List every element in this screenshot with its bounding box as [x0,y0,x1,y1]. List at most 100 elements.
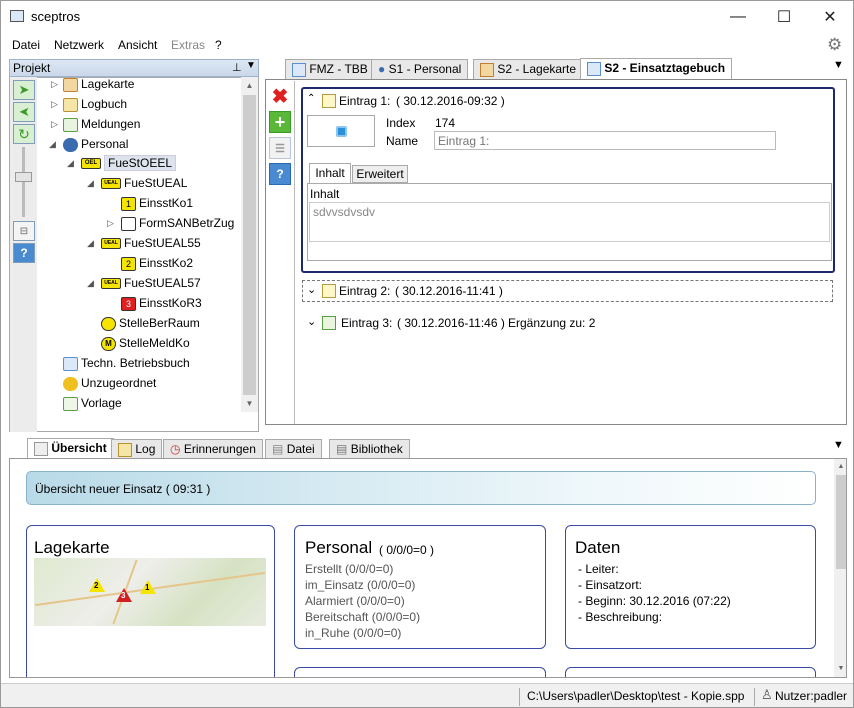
scroll-down-icon[interactable]: ▼ [834,661,846,677]
tree-item-vorlage[interactable]: Vorlage [63,393,122,413]
add-icon[interactable]: + [269,111,291,133]
tab-fmz-tbb[interactable]: FMZ - TBB [285,59,375,79]
tree-item-logbuch[interactable]: Logbuch [63,94,127,114]
tree-item-meldungen[interactable]: Meldungen [63,114,140,134]
circle-icon [101,316,116,331]
personal-title: Personal [305,538,373,557]
menu-datei[interactable]: Datei [12,38,40,52]
menu-netzwerk[interactable]: Netzwerk [54,38,104,52]
number-2-icon: 2 [121,256,136,271]
tree-item-einsstkor3[interactable]: 3 EinsstKoR3 [121,293,202,313]
tab-datei[interactable]: ▤ Datei [265,439,322,459]
collapse-icon[interactable]: ◢ [87,273,94,293]
gear-icon[interactable]: ⚙ [827,35,842,55]
name-input[interactable] [434,131,776,150]
tab-log[interactable]: Log [111,439,163,459]
minimize-icon[interactable]: — [715,1,761,32]
expand-icon[interactable]: ▷ [51,78,58,94]
tree-item-lagekarte[interactable]: Lagekarte [63,78,134,94]
status-user: Nutzer:padler [775,689,848,703]
tab-overflow-icon[interactable]: ▼ [833,59,844,71]
pin-icon[interactable]: ⊥ [232,61,242,74]
panel-menu-icon[interactable]: ▼ [246,60,256,71]
inhalt-label: Inhalt [310,187,340,201]
menu-help[interactable]: ? [215,38,222,52]
delete-icon[interactable]: ✖ [269,85,291,108]
project-toolbar: ➤ ➤ ↻ ⊟ ? [9,77,37,432]
tab-inhalt[interactable]: Inhalt [309,163,351,183]
entry-1-title: Eintrag 1: [339,94,391,108]
collapse-icon[interactable]: ◢ [87,173,94,193]
tab-s2-einsatztagebuch[interactable]: S2 - Einsatztagebuch [580,58,733,79]
tab-overflow-icon[interactable]: ▼ [833,439,844,451]
arrow-left-icon[interactable]: ➤ [13,102,35,122]
close-icon[interactable]: ✕ [807,1,853,32]
maximize-icon[interactable]: ☐ [761,1,807,32]
scroll-up-icon[interactable]: ▲ [834,459,846,475]
expand-icon[interactable]: ▷ [51,114,58,134]
tab-erweitert[interactable]: Erweitert [352,165,408,183]
help-icon[interactable]: ? [269,163,291,185]
entry-3-row[interactable]: ⌄ Eintrag 3: ( 30.12.2016-11:46 ) Ergänz… [303,313,833,333]
chevron-down-icon[interactable]: ⌄ [307,283,316,296]
tree-item-einsstko2[interactable]: 2 EinsstKo2 [121,253,193,273]
collapse-icon[interactable]: ◢ [87,233,94,253]
chevron-down-icon[interactable]: ⌄ [307,315,316,328]
lagekarte-card[interactable]: Lagekarte 2 3 1 [26,525,275,677]
tab-erinnerungen[interactable]: ◷ Erinnerungen [163,439,263,459]
tree-item-formsanbetrzug[interactable]: FormSANBetrZug [121,213,234,233]
menu-extras[interactable]: Extras [171,38,205,52]
map-icon [63,78,78,92]
overview-panel: Übersicht neuer Einsatz ( 09:31 ) Lageka… [9,458,847,678]
tab-s1-personal[interactable]: ● S1 - Personal [371,59,469,79]
chevron-up-icon[interactable]: ⌃ [307,93,315,104]
tab-uebersicht[interactable]: Übersicht [27,438,114,459]
entry-2-row[interactable]: ⌄ Eintrag 2: ( 30.12.2016-11:41 ) [302,280,833,302]
help-icon[interactable]: ? [13,243,35,263]
tab-s2-lagekarte[interactable]: S2 - Lagekarte [473,59,584,79]
people-icon [63,137,78,152]
expand-icon[interactable]: ▷ [107,213,114,233]
refresh-icon[interactable]: ↻ [13,124,35,144]
scroll-up-icon[interactable]: ▲ [241,77,258,94]
collapse-icon[interactable]: ◢ [49,134,56,154]
tree-item-fuestoeel[interactable]: OEL FueStOEEL [81,153,177,173]
daten-card[interactable]: Daten - Leiter: - Einsatzort: - Beginn: … [565,525,816,649]
arrow-right-icon[interactable]: ➤ [13,80,35,100]
library-icon: ▤ [336,442,348,456]
user-icon: ♙ [761,687,773,702]
expand-icon[interactable]: ▷ [51,94,58,114]
app-icon [10,10,24,22]
overview-vertical-scrollbar[interactable]: ▲ ▼ [834,459,846,677]
tab-bibliothek[interactable]: ▤ Bibliothek [329,439,410,459]
tree-item-techn-betriebsbuch[interactable]: Techn. Betriebsbuch [63,353,190,373]
menu-ansicht[interactable]: Ansicht [118,38,157,52]
map-thumbnail[interactable]: 2 3 1 [34,558,266,626]
tree-vertical-scrollbar[interactable]: ▲ ▼ [241,77,258,412]
scroll-down-icon[interactable]: ▼ [241,395,258,412]
project-panel-title: Projekt [13,61,51,75]
collapse-icon[interactable]: ⊟ [13,221,35,241]
tree-item-unzugeordnet[interactable]: Unzugeordnet [63,373,156,393]
entry-image-placeholder[interactable] [307,115,375,147]
tree-item-stellemeldko[interactable]: M StelleMeldKo [101,333,190,353]
zoom-slider-thumb[interactable] [15,172,32,182]
map-icon [480,62,494,77]
tree-item-fuestueal57[interactable]: UEAL FueStUEAL57 [101,273,201,293]
tree-item-stelleberraum[interactable]: StelleBerRaum [101,313,200,333]
daten-beschreibung: - Beschreibung: [578,610,663,624]
journal-icon [587,61,601,76]
inhalt-textarea[interactable]: sdvvsdvsdv [309,202,830,242]
scroll-thumb[interactable] [243,95,256,395]
scroll-thumb[interactable] [836,475,846,569]
clock-icon: ◷ [170,442,181,456]
tree-item-einsstko1[interactable]: 1 EinsstKo1 [121,193,193,213]
tree-item-fuestueal[interactable]: UEAL FueStUEAL [101,173,187,193]
tree-item-personal[interactable]: Personal [63,134,128,154]
document-icon[interactable]: ☰ [269,137,291,159]
collapse-icon[interactable]: ◢ [67,153,74,173]
tree-item-fuestueal55[interactable]: UEAL FueStUEAL55 [101,233,201,253]
personal-card[interactable]: Personal ( 0/0/0=0 ) Erstellt (0/0/0=0) … [294,525,546,649]
entry-2-title: Eintrag 2: [339,284,391,298]
entry-3-extra: Ergänzung zu: 2 [508,316,596,330]
